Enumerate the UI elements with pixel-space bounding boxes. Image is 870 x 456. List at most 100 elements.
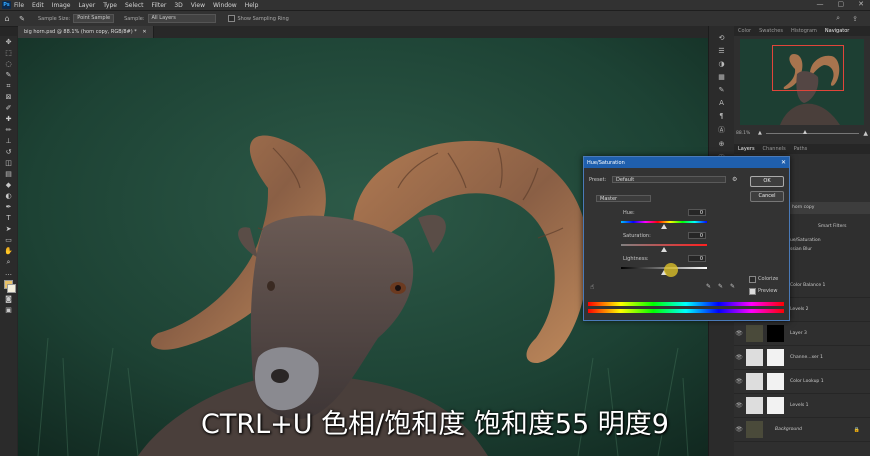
hand-adjust-icon[interactable]: ☝	[590, 283, 594, 291]
menu-file[interactable]: File	[14, 2, 24, 9]
tab-channels[interactable]: Channels	[759, 146, 790, 152]
hand-tool-icon[interactable]: ✋	[3, 246, 15, 256]
pen-tool-icon[interactable]: ✒	[3, 202, 15, 212]
layer-row-horn-copy[interactable]: horn copy	[784, 202, 870, 214]
frame-tool-icon[interactable]: ⊠	[3, 92, 15, 102]
visibility-eye-icon[interactable]: 👁	[734, 378, 744, 385]
eyedropper-tool-icon[interactable]: ✎	[14, 15, 30, 23]
sample-select[interactable]: All Layers	[147, 14, 216, 23]
tab-swatches[interactable]: Swatches	[755, 28, 787, 34]
menu-layer[interactable]: Layer	[78, 2, 95, 9]
history-icon[interactable]: ⟲	[719, 34, 725, 42]
preview-checkbox[interactable]	[749, 288, 756, 295]
menu-type[interactable]: Type	[103, 2, 117, 9]
menu-filter[interactable]: Filter	[152, 2, 167, 9]
screen-mode-icon[interactable]: ▣	[3, 305, 15, 315]
color-swatches-icon[interactable]	[3, 279, 16, 293]
smart-filter-blur[interactable]: ssian Blur	[790, 247, 812, 252]
tab-paths[interactable]: Paths	[790, 146, 812, 152]
quick-select-tool-icon[interactable]: ✎	[3, 70, 15, 80]
menu-window[interactable]: Window	[213, 2, 237, 9]
menu-edit[interactable]: Edit	[32, 2, 44, 9]
maximize-button[interactable]: ▢	[838, 0, 845, 8]
path-select-icon[interactable]: ➤	[3, 224, 15, 234]
zoom-tool-icon[interactable]: ⌕	[3, 257, 15, 267]
move-tool-icon[interactable]: ✥	[3, 37, 15, 47]
eyedropper-icon[interactable]: ✐	[3, 103, 15, 113]
show-ring-checkbox[interactable]	[227, 15, 235, 22]
search-icon[interactable]: ⌕	[836, 14, 840, 23]
layer-row[interactable]: 👁 Color Lookup 1	[734, 370, 870, 394]
lightness-value-input[interactable]: 0	[688, 255, 706, 262]
lightness-label: Lightness:	[623, 256, 649, 262]
tab-color[interactable]: Color	[734, 28, 755, 34]
paragraph-icon[interactable]: ¶	[719, 112, 723, 120]
glyphs-icon[interactable]: Ⓐ	[718, 125, 725, 135]
blur-tool-icon[interactable]: ◆	[3, 180, 15, 190]
eraser-tool-icon[interactable]: ◫	[3, 158, 15, 168]
crop-tool-icon[interactable]: ⌗	[3, 81, 15, 91]
preset-select[interactable]: Default	[612, 176, 726, 183]
menu-select[interactable]: Select	[125, 2, 144, 9]
navigator-view-frame[interactable]	[772, 45, 844, 91]
more-tools-icon[interactable]: …	[3, 268, 15, 278]
channel-select[interactable]: Master	[596, 195, 651, 202]
ok-button[interactable]: OK	[750, 176, 784, 187]
layer-row[interactable]: 👁 Layer 3	[734, 322, 870, 346]
cancel-button[interactable]: Cancel	[750, 191, 784, 202]
dialog-close-icon[interactable]: ✕	[781, 159, 786, 166]
home-icon[interactable]: ⌂	[0, 14, 14, 23]
document-tab[interactable]: big horn.psd @ 88.1% (horn copy, RGB/8#)…	[18, 26, 154, 38]
menu-image[interactable]: Image	[52, 2, 71, 9]
properties-icon[interactable]: ☰	[718, 47, 724, 55]
tab-layers[interactable]: Layers	[734, 146, 759, 152]
saturation-slider-handle[interactable]	[661, 247, 667, 252]
zoom-out-icon[interactable]: ▲	[758, 130, 762, 136]
close-window-button[interactable]: ✕	[858, 0, 864, 8]
eyedropper-plus-icon[interactable]: ✎	[718, 283, 723, 290]
eyedropper-icon[interactable]: ✎	[706, 283, 711, 290]
menu-3d[interactable]: 3D	[174, 2, 182, 9]
dodge-tool-icon[interactable]: ◐	[3, 191, 15, 201]
share-icon[interactable]: ⇪	[852, 15, 858, 23]
menu-help[interactable]: Help	[245, 2, 259, 9]
history-brush-icon[interactable]: ↺	[3, 147, 15, 157]
minimize-button[interactable]: —	[817, 0, 824, 8]
shape-tool-icon[interactable]: ▭	[3, 235, 15, 245]
marquee-tool-icon[interactable]: ⬚	[3, 48, 15, 58]
preset-options-icon[interactable]: ⚙	[732, 176, 737, 183]
brush-tool-icon[interactable]: ✏	[3, 125, 15, 135]
dialog-titlebar[interactable]: Hue/Saturation ✕	[584, 157, 789, 168]
clone-stamp-icon[interactable]: ⊥	[3, 136, 15, 146]
gradient-tool-icon[interactable]: ▤	[3, 169, 15, 179]
clone-source-icon[interactable]: ⊕	[719, 140, 725, 148]
quick-mask-icon[interactable]: ◙	[3, 294, 15, 304]
character-icon[interactable]: A	[719, 99, 724, 107]
brush-settings-icon[interactable]: ✎	[719, 86, 725, 94]
saturation-slider-track[interactable]	[621, 244, 707, 246]
close-icon[interactable]: ✕	[142, 29, 146, 35]
visibility-eye-icon[interactable]: 👁	[734, 330, 744, 337]
type-tool-icon[interactable]: T	[3, 213, 15, 223]
hue-slider-handle[interactable]	[661, 224, 667, 229]
hue-value-input[interactable]: 0	[688, 209, 706, 216]
saturation-value-input[interactable]: 0	[688, 232, 706, 239]
menu-view[interactable]: View	[191, 2, 205, 9]
hue-slider-track[interactable]	[621, 221, 707, 223]
smart-filter-hue-sat[interactable]: ue/Saturation	[790, 238, 821, 243]
visibility-eye-icon[interactable]: 👁	[734, 354, 744, 361]
layer-row[interactable]: 👁 Channe...xer 1	[734, 346, 870, 370]
colorize-checkbox[interactable]	[749, 276, 756, 283]
tab-navigator[interactable]: Navigator	[821, 28, 853, 34]
tab-histogram[interactable]: Histogram	[787, 28, 821, 34]
navigator-zoom-slider[interactable]	[765, 129, 860, 134]
adjustments-icon[interactable]: ◑	[718, 60, 724, 68]
eyedropper-minus-icon[interactable]: ✎	[730, 283, 735, 290]
libraries-icon[interactable]: ▦	[718, 73, 725, 81]
hue-label: Hue:	[623, 210, 635, 216]
healing-brush-icon[interactable]: ✚	[3, 114, 15, 124]
zoom-in-icon[interactable]: ▲	[863, 130, 868, 137]
sample-size-select[interactable]: Point Sample	[73, 14, 115, 23]
navigator-preview[interactable]	[740, 39, 864, 125]
lasso-tool-icon[interactable]: ◌	[3, 59, 15, 69]
